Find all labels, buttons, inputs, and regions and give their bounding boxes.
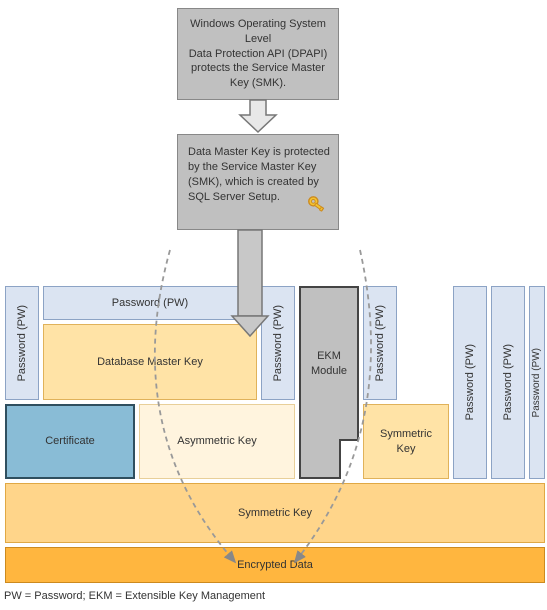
password-column-1: Password (PW) xyxy=(5,286,39,400)
password-horizontal-bar: Password (PW) xyxy=(43,286,257,320)
block-arrow-1-icon xyxy=(240,100,276,132)
password-column-4: Password (PW) xyxy=(453,286,487,479)
password-column-3: Password (PW) xyxy=(363,286,397,400)
asymmetric-key-label: Asymmetric Key xyxy=(177,434,256,449)
password-label: Password (PW) xyxy=(463,344,478,420)
ekm-module-box: EKM Module xyxy=(299,286,359,441)
dmk-description-box: Data Master Key is protected by the Serv… xyxy=(177,134,339,230)
diagram-canvas: Windows Operating System Level Data Prot… xyxy=(0,0,547,610)
key-icon xyxy=(306,194,328,221)
password-column-6: Password (PW) xyxy=(529,286,545,479)
password-column-2: Password (PW) xyxy=(261,286,295,400)
dpapi-description-box: Windows Operating System Level Data Prot… xyxy=(177,8,339,100)
symmetric-key-wide-box: Symmetric Key xyxy=(5,483,545,543)
legend-text: PW = Password; EKM = Extensible Key Mana… xyxy=(4,590,265,602)
asymmetric-key-box: Asymmetric Key xyxy=(139,404,295,479)
password-label: Password (PW) xyxy=(530,348,544,417)
symmetric-key-label: Symmetric Key xyxy=(370,427,442,457)
password-label: Password (PW) xyxy=(271,305,286,381)
password-label: Password (PW) xyxy=(15,305,30,381)
password-label: Password (PW) xyxy=(373,305,388,381)
certificate-label: Certificate xyxy=(45,434,95,449)
symmetric-key-wide-label: Symmetric Key xyxy=(238,506,312,521)
ekm-module-label: EKM Module xyxy=(307,349,351,379)
encrypted-data-box: Encrypted Data xyxy=(5,547,545,583)
database-master-key-box: Database Master Key xyxy=(43,324,257,400)
database-master-key-label: Database Master Key xyxy=(97,355,203,370)
dpapi-description-text: Windows Operating System Level Data Prot… xyxy=(188,17,328,91)
password-column-5: Password (PW) xyxy=(491,286,525,479)
password-label: Password (PW) xyxy=(501,344,516,420)
password-label: Password (PW) xyxy=(112,296,188,311)
symmetric-key-small-box: Symmetric Key xyxy=(363,404,449,479)
certificate-box: Certificate xyxy=(5,404,135,479)
ekm-module-foot xyxy=(299,439,341,479)
encrypted-data-label: Encrypted Data xyxy=(237,558,313,573)
